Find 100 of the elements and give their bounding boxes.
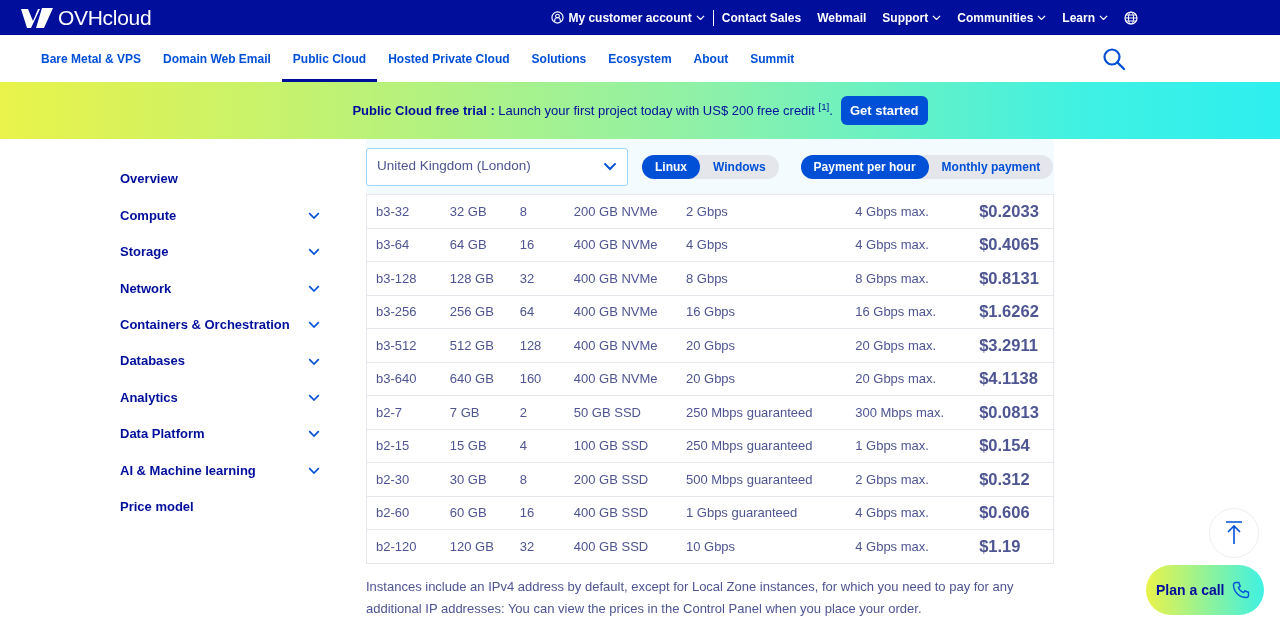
table-cell-text: 128 (519, 336, 543, 355)
price-cell-text: $0.0813 (979, 401, 1040, 423)
logo[interactable]: OVHcloud (20, 1, 152, 34)
toggle-option[interactable]: Windows (700, 154, 779, 179)
sidebar-item[interactable]: Analytics (120, 379, 320, 416)
top-link[interactable]: Contact Sales (721, 8, 802, 27)
table-cell-text: 4 (519, 437, 528, 455)
table-cell-text: 2 (519, 403, 528, 422)
chevron-down-icon (308, 248, 320, 256)
back-to-top-button[interactable] (1209, 508, 1259, 558)
nav-tab[interactable]: Summit (739, 35, 806, 82)
nav-tab[interactable]: Bare Metal & VPS (30, 35, 153, 82)
sidebar-item[interactable]: Storage (120, 233, 320, 271)
plan-call-button[interactable]: Plan a call (1146, 565, 1265, 615)
toggle-option[interactable]: Monthly payment (928, 154, 1054, 179)
price-cell-text: $0.606 (979, 502, 1031, 524)
sidebar-item[interactable]: Compute (120, 197, 320, 234)
table-cell-text: b2-7 (376, 403, 404, 422)
top-link[interactable]: Support (882, 8, 942, 27)
chevron-down-icon (1099, 14, 1108, 21)
chevron-down-icon (1037, 14, 1047, 21)
sidebar-item[interactable]: Network (120, 270, 320, 307)
table-cell-text: 640 GB (449, 370, 495, 388)
table-cell-text: 4 Gbps max. (855, 202, 930, 221)
nav-tab[interactable]: About (682, 35, 740, 82)
table-cell-text: 16 (519, 236, 536, 254)
chevron-down-icon (695, 14, 705, 21)
chevron-down-icon (308, 466, 320, 474)
nav-tab[interactable]: Hosted Private Cloud (377, 35, 521, 82)
table-cell-text: 32 GB (449, 202, 488, 221)
table-cell-text: 1 Gbps guaranteed (685, 504, 799, 522)
chevron-down-icon (308, 357, 320, 365)
table-cell-text: 2 Gbps max. (855, 470, 930, 489)
table-cell-text: 300 Mbps max. (855, 403, 946, 422)
table-cell-text: 400 GB SSD (573, 537, 650, 556)
table-cell-text: 16 Gbps max. (855, 303, 938, 321)
table-cell-text: 16 (519, 504, 536, 522)
table-cell-text: 8 Gbps (685, 269, 729, 288)
table-cell-text: 7 GB (449, 403, 481, 422)
table-cell-text: 2 Gbps (685, 202, 729, 221)
region-select[interactable]: United Kingdom (London) (366, 147, 628, 186)
top-link[interactable]: My customer account (551, 8, 705, 27)
table-cell-text: 15 GB (449, 437, 488, 455)
price-cell-text: $0.8131 (979, 267, 1040, 289)
table-cell-text: 8 Gbps max. (855, 269, 930, 288)
table-cell-text: 400 GB SSD (573, 504, 650, 522)
table-cell-text: 20 Gbps max. (855, 336, 938, 355)
price-cell-text: $0.312 (979, 468, 1031, 490)
nav-tab[interactable]: Ecosystem (597, 35, 683, 82)
get-started-button[interactable]: Get started (840, 95, 928, 126)
table-cell-text: b3-128 (376, 269, 418, 288)
nav-tab[interactable]: Solutions (520, 35, 598, 82)
toggle-option[interactable]: Payment per hour (800, 154, 929, 179)
table-cell-text: 500 Mbps guaranteed (685, 470, 814, 489)
table-cell-text: 16 Gbps (685, 303, 737, 321)
table-cell-text: 400 GB NVMe (573, 303, 659, 321)
chevron-down-icon (308, 393, 320, 402)
table-cell-text: 400 GB NVMe (573, 236, 659, 254)
phone-icon (1232, 581, 1251, 599)
nav-tab[interactable]: Domain Web Email (152, 35, 282, 82)
top-link[interactable]: Communities (957, 8, 1047, 27)
price-cell-text: $3.2911 (979, 334, 1039, 356)
toggle-option[interactable]: Linux (642, 154, 700, 179)
sidebar-item[interactable]: Data Platform (120, 415, 320, 453)
table-cell-text: 60 GB (449, 504, 488, 522)
table-cell-text: 4 Gbps max. (855, 236, 930, 254)
sidebar-item[interactable]: Overview (120, 161, 320, 198)
sidebar-item[interactable]: Databases (120, 342, 320, 380)
table-cell-text: b2-120 (376, 537, 418, 556)
chevron-down-icon (308, 430, 320, 438)
search-icon[interactable] (1102, 46, 1126, 71)
price-cell-text: $4.1138 (979, 368, 1039, 390)
table-cell-text: 20 Gbps (685, 370, 737, 388)
table-cell-text: 20 Gbps (685, 336, 737, 355)
table-cell-text: 32 (519, 269, 536, 288)
table-cell-text: 256 GB (449, 303, 495, 321)
sidebar-item[interactable]: AI & Machine learning (120, 452, 320, 489)
table-cell-text: 8 (519, 202, 528, 221)
price-cell-text: $0.2033 (979, 200, 1040, 222)
table-cell-text: 512 GB (449, 336, 495, 355)
table-cell-text: 120 GB (449, 537, 495, 556)
top-link[interactable]: Webmail (817, 8, 867, 27)
table-cell-text: 100 GB SSD (573, 437, 650, 455)
sidebar-item[interactable]: Containers & Orchestration (120, 306, 320, 343)
table-cell-text: 64 GB (449, 236, 488, 254)
table-cell-text: 1 Gbps max. (855, 437, 930, 455)
arrow-up-icon (1225, 521, 1243, 545)
user-icon (551, 11, 565, 24)
table-cell-text: b3-256 (376, 303, 418, 321)
table-cell-text: b3-512 (376, 336, 418, 355)
table-cell-text: 10 Gbps (685, 537, 737, 556)
table-cell-text: 8 (519, 470, 528, 489)
price-cell-text: $1.19 (979, 535, 1022, 557)
top-link[interactable]: Learn (1062, 8, 1108, 27)
table-cell-text: 4 Gbps (685, 236, 729, 254)
logo-icon (20, 6, 54, 29)
sidebar-item[interactable]: Price model (120, 488, 320, 525)
table-cell-text: 128 GB (449, 269, 495, 288)
globe-icon[interactable] (1124, 10, 1138, 25)
table-cell-text: 30 GB (449, 470, 488, 489)
